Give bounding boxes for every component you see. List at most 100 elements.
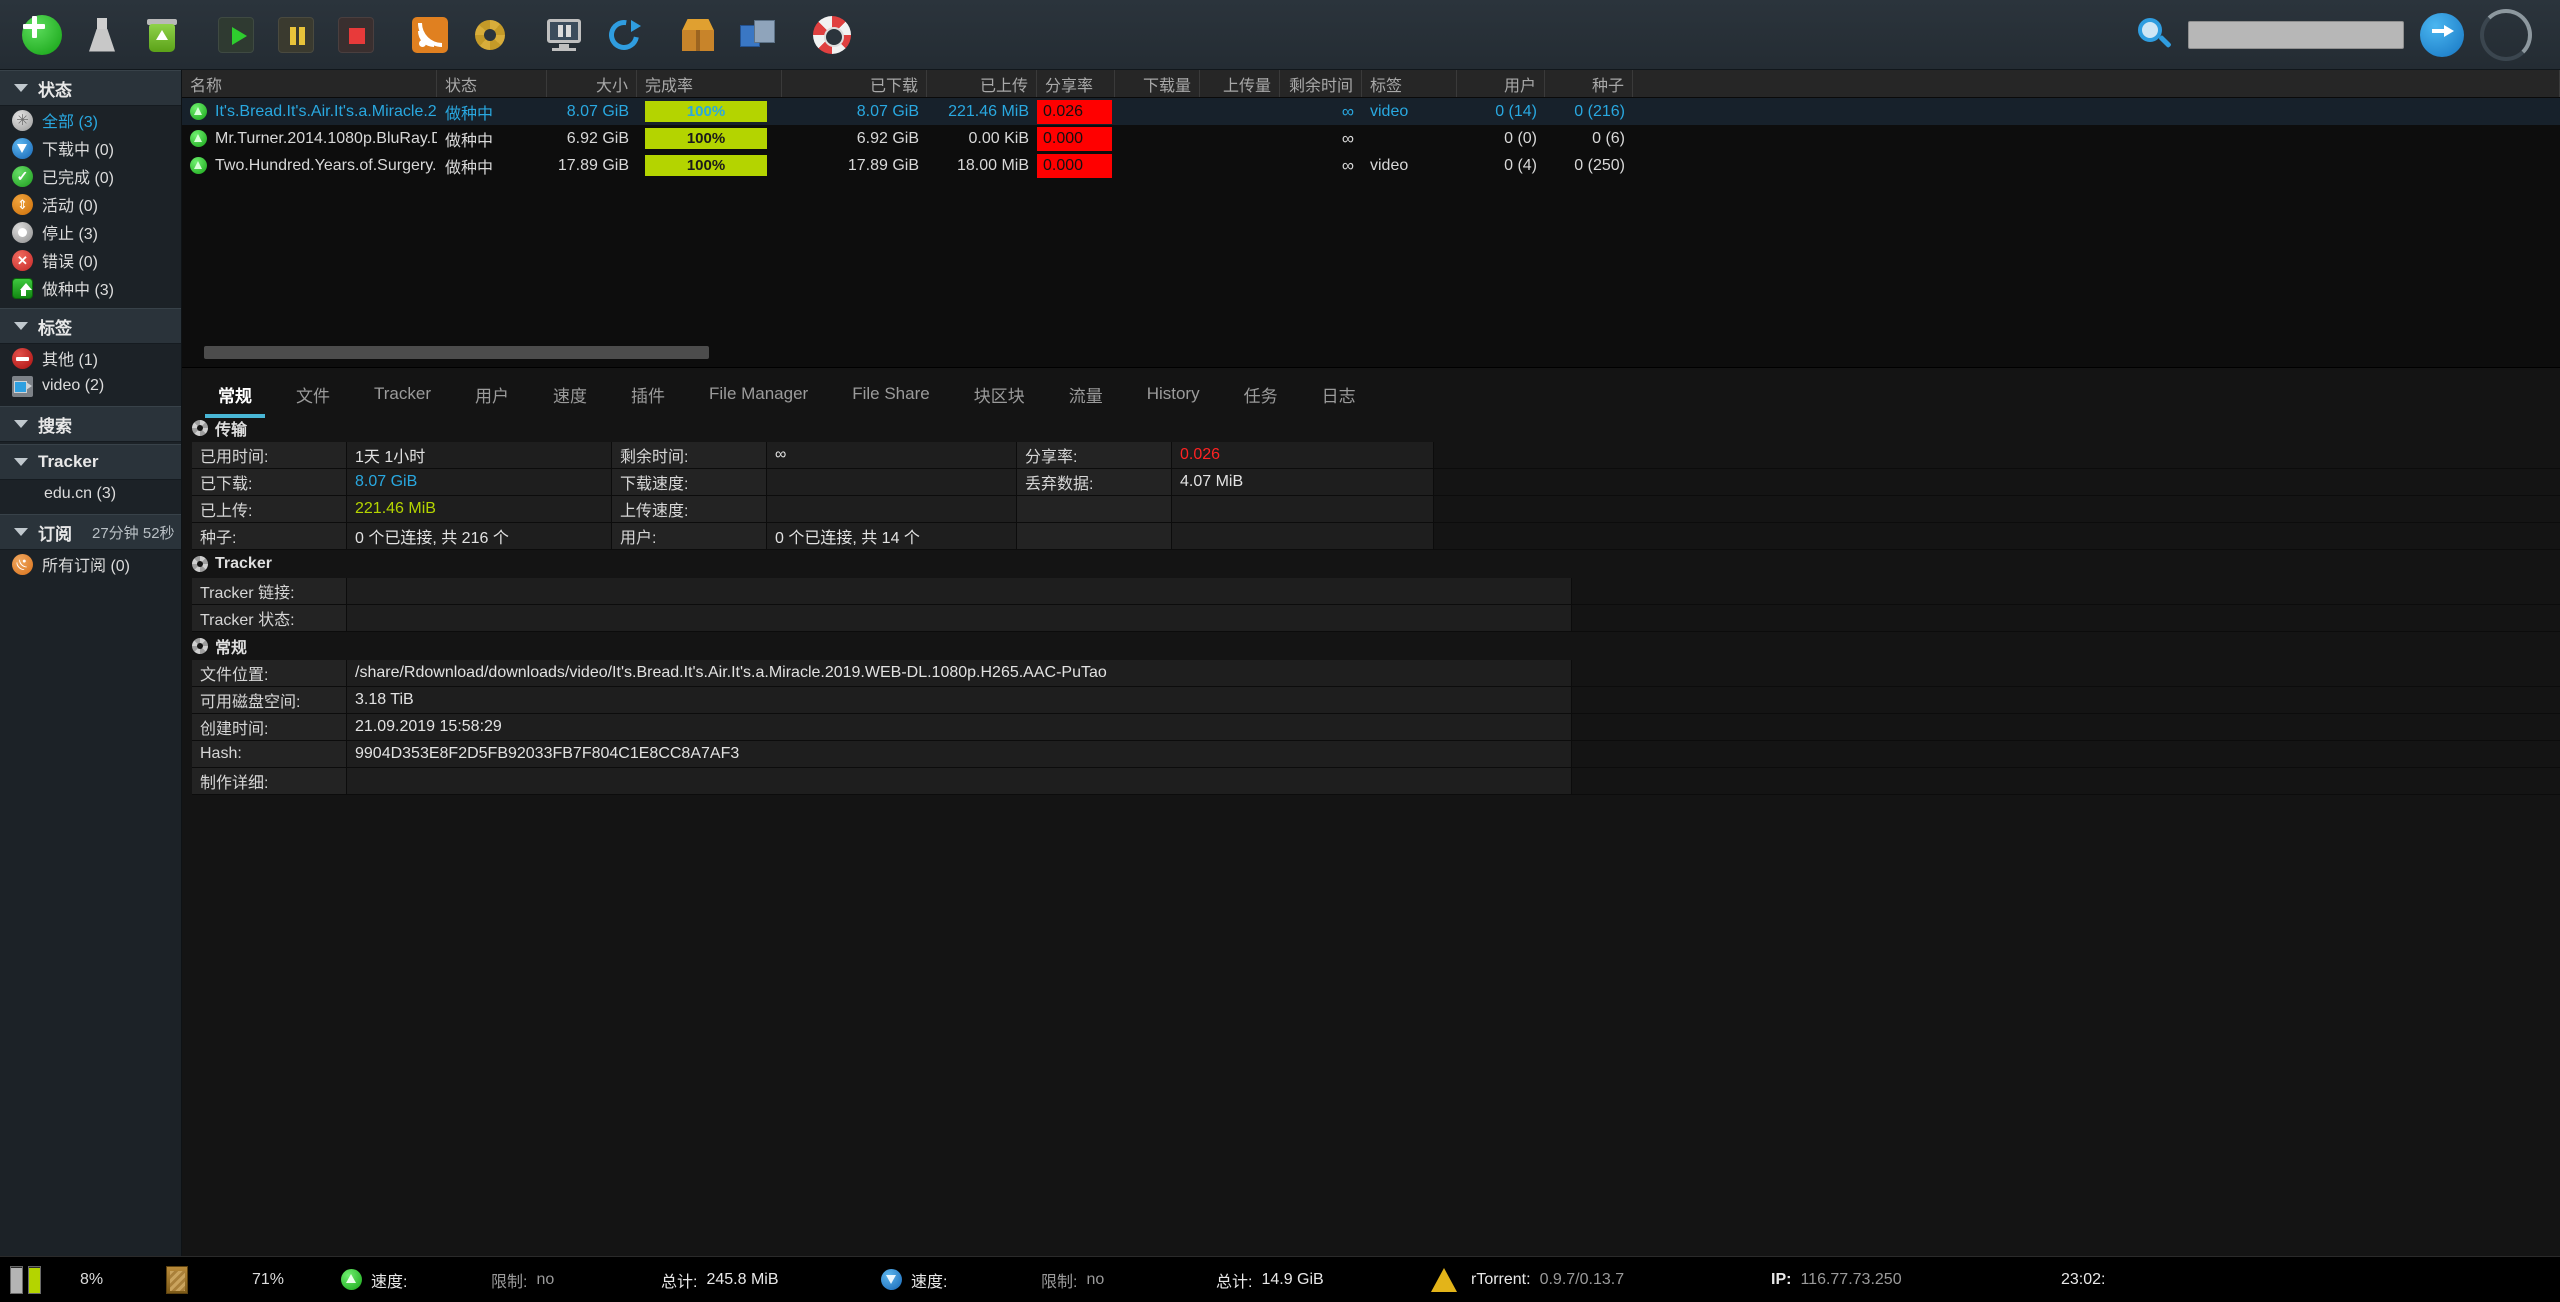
download-total-value: 14.9 GiB [1261,1270,1324,1288]
detail-label: 可用磁盘空间: [192,687,347,713]
sidebar-group-labels[interactable]: 标签 [0,308,181,344]
tab-file-share[interactable]: File Share [830,374,951,414]
tab-file-manager[interactable]: File Manager [687,374,830,414]
tab-tasks[interactable]: 任务 [1222,374,1300,414]
column-header-status[interactable]: 状态 [437,70,547,97]
sidebar-item-all[interactable]: 全部 (3) [0,106,181,134]
subscription-countdown: 27分钟 52秒 [92,524,175,542]
plugins-button[interactable] [730,7,786,63]
tab-plugins[interactable]: 插件 [609,374,687,414]
sidebar-group-search[interactable]: 搜索 [0,406,181,442]
column-header-down-rate[interactable]: 下载量 [1115,70,1200,97]
column-header-downloaded[interactable]: 已下载 [782,70,927,97]
table-row[interactable]: Two.Hundred.Years.of.Surgery.201 做种中 17.… [182,152,2560,179]
downloading-icon [12,137,33,159]
column-header-size[interactable]: 大小 [547,70,637,97]
detail-label: 已下载: [192,469,347,495]
column-header-name[interactable]: 名称 [182,70,437,97]
sidebar-item-error[interactable]: 错误 (0) [0,246,181,274]
detail-row: 创建时间: 21.09.2019 15:58:29 [192,714,2560,741]
upload-limit-label: 限制: [491,1273,528,1291]
warning-group[interactable] [1431,1267,1471,1292]
upload-limit-group[interactable]: 限制: no [491,1268,661,1292]
section-header-transfer: 传输 [182,414,2560,442]
rss-button[interactable] [402,7,458,63]
torrent-name: It's.Bread.It's.Air.It's.a.Miracle.2019 [215,102,437,120]
torrent-list: 名称 状态 大小 完成率 已下载 已上传 分享率 下载量 上传量 剩余时间 标签… [182,70,2560,367]
sidebar-group-label: 标签 [38,318,72,338]
sidebar-item-active[interactable]: 活动 (0) [0,190,181,218]
tab-speed[interactable]: 速度 [531,374,609,414]
sidebar-item-seeding[interactable]: 做种中 (3) [0,274,181,302]
tab-logs[interactable]: 日志 [1300,374,1378,414]
remove-button[interactable] [134,7,190,63]
tab-tracker[interactable]: Tracker [352,374,453,414]
column-header-label[interactable]: 标签 [1362,70,1457,97]
column-header-uploaded[interactable]: 已上传 [927,70,1037,97]
column-header-peers[interactable]: 用户 [1457,70,1545,97]
monitor-icon [545,18,583,52]
rss-icon [412,16,448,53]
sidebar-item-label: 停止 (3) [42,226,99,243]
column-header-up-rate[interactable]: 上传量 [1200,70,1280,97]
test-button[interactable] [74,7,130,63]
monitor-pause-button[interactable] [536,7,592,63]
sidebar-group-subscription[interactable]: 订阅 27分钟 52秒 [0,514,181,550]
refresh-button[interactable] [596,7,652,63]
error-icon [12,249,33,271]
column-header-seeds[interactable]: 种子 [1545,70,1633,97]
tab-traffic[interactable]: 流量 [1047,374,1125,414]
detail-label: Hash: [192,741,347,767]
torrent-uploaded: 221.46 MiB [948,102,1029,120]
column-header-eta[interactable]: 剩余时间 [1280,70,1362,97]
download-total-group: 总计: 14.9 GiB [1216,1268,1431,1292]
sidebar-item-completed[interactable]: 已完成 (0) [0,162,181,190]
sidebar-item-tracker-educn[interactable]: edu.cn (3) [0,480,181,508]
sidebar-group-label: 状态 [38,80,72,100]
settings-button[interactable] [462,7,518,63]
pause-button[interactable] [268,7,324,63]
search-icon[interactable] [2134,15,2174,55]
search-input[interactable] [2188,20,2404,49]
torrent-downloaded: 8.07 GiB [856,102,919,120]
progress-bar: 100% [645,155,767,176]
sidebar-group-status[interactable]: 状态 [0,70,181,106]
sidebar-item-all-feeds[interactable]: 所有订阅 (0) [0,550,181,578]
search-group [2134,15,2404,55]
sidebar-item-label: 下载中 (0) [42,142,115,159]
sidebar-item-other-label[interactable]: 其他 (1) [0,344,181,372]
tab-general[interactable]: 常规 [196,374,274,418]
detail-value: ∞ [767,442,1017,468]
help-button[interactable] [804,7,860,63]
horizontal-scrollbar[interactable] [204,346,709,359]
tab-chunks[interactable]: 块区块 [952,374,1047,414]
table-row[interactable]: It's.Bread.It's.Air.It's.a.Miracle.2019 … [182,98,2560,125]
download-limit-group[interactable]: 限制: no [1041,1268,1216,1292]
sidebar-group-tracker[interactable]: Tracker [0,444,181,480]
sidebar-item-downloading[interactable]: 下载中 (0) [0,134,181,162]
sync-icon [603,13,645,56]
sidebar-group-label: 搜索 [38,416,72,436]
column-header-percent[interactable]: 完成率 [637,70,782,97]
toolbar-right-group [2134,8,2546,61]
add-torrent-button[interactable] [14,7,70,63]
upload-arrow-icon [341,1269,362,1290]
sidebar-item-label: 其他 (1) [42,352,99,369]
app-name-label: rTorrent: [1471,1270,1531,1288]
tab-peers[interactable]: 用户 [453,374,531,414]
column-header-ratio[interactable]: 分享率 [1037,70,1115,97]
tab-history[interactable]: History [1125,374,1222,414]
app-version-value: 0.9.7/0.13.7 [1539,1270,1625,1288]
detail-value: 8.07 GiB [347,469,612,495]
tab-files[interactable]: 文件 [274,374,352,414]
upload-total-value: 245.8 MiB [706,1270,779,1288]
completed-icon [12,165,33,187]
sidebar-item-video-label[interactable]: video (2) [0,372,181,400]
torrent-seeds: 0 (216) [1574,102,1625,120]
stop-button[interactable] [328,7,384,63]
sidebar-item-stopped[interactable]: 停止 (3) [0,218,181,246]
package-button[interactable] [670,7,726,63]
start-button[interactable] [208,7,264,63]
table-row[interactable]: Mr.Turner.2014.1080p.BluRay.DTS. 做种中 6.9… [182,125,2560,152]
submit-search-button[interactable] [2420,12,2464,57]
